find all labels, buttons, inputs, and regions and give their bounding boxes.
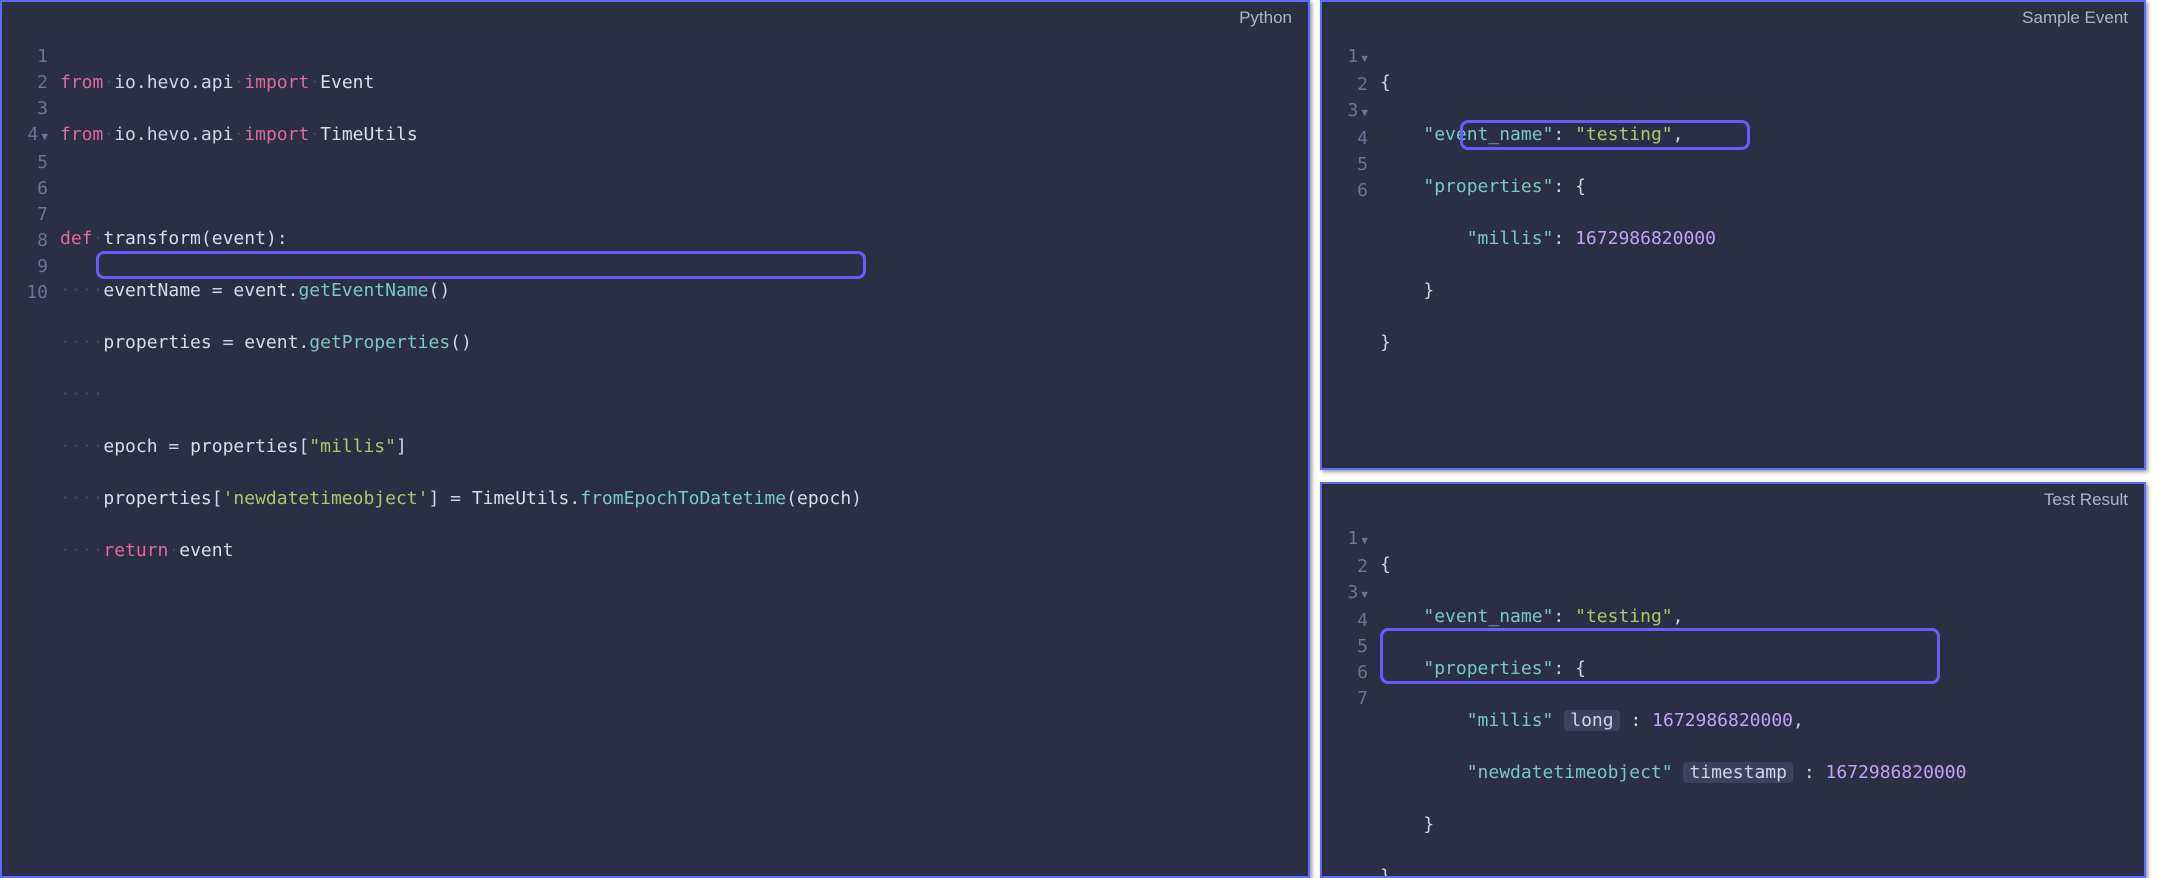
line-number: 3▼ <box>1322 580 1368 608</box>
line-number: 9 <box>2 254 48 280</box>
line-number: 4 <box>1322 608 1368 634</box>
sample-event-code-area[interactable]: 1▼ 2 3▼ 4 5 6 { "event_name": "testing",… <box>1322 36 2144 468</box>
result-gutter: 1▼ 2 3▼ 4 5 6 7 <box>1322 526 1380 876</box>
fold-icon[interactable]: ▼ <box>1361 52 1368 65</box>
line-number: 5 <box>2 150 48 176</box>
line-number: 1▼ <box>1322 526 1368 554</box>
line-number: 2 <box>1322 72 1368 98</box>
sample-event-title: Sample Event <box>1322 2 2144 36</box>
line-number: 5 <box>1322 152 1368 178</box>
right-column: Sample Event 1▼ 2 3▼ 4 5 6 { "event_name… <box>1320 0 2146 878</box>
line-number: 6 <box>1322 660 1368 686</box>
python-code-area[interactable]: 1 2 3 4▼ 5 6 7 8 9 10 from·io.hevo.api·i… <box>2 36 1308 876</box>
line-number: 7 <box>1322 686 1368 712</box>
sample-gutter: 1▼ 2 3▼ 4 5 6 <box>1322 44 1380 468</box>
line-number: 6 <box>1322 178 1368 204</box>
line-number: 4▼ <box>2 122 48 150</box>
line-number: 3 <box>2 96 48 122</box>
fold-icon[interactable]: ▼ <box>1361 588 1368 601</box>
line-number: 7 <box>2 202 48 228</box>
type-badge-timestamp: timestamp <box>1683 762 1793 783</box>
line-number: 1▼ <box>1322 44 1368 72</box>
fold-icon[interactable]: ▼ <box>1361 534 1368 547</box>
line-number: 3▼ <box>1322 98 1368 126</box>
python-editor-pane: Python 1 2 3 4▼ 5 6 7 8 9 10 from·io.hev… <box>0 0 1310 878</box>
sample-event-pane: Sample Event 1▼ 2 3▼ 4 5 6 { "event_name… <box>1320 0 2146 470</box>
python-highlight-box <box>96 251 866 279</box>
python-pane-title: Python <box>2 2 1308 36</box>
sample-code[interactable]: { "event_name": "testing", "properties":… <box>1380 44 2144 468</box>
line-number: 5 <box>1322 634 1368 660</box>
type-badge-long: long <box>1564 710 1619 731</box>
fold-icon[interactable]: ▼ <box>1361 106 1368 119</box>
python-code[interactable]: from·io.hevo.api·import·Event from·io.he… <box>60 44 1308 876</box>
line-number: 8 <box>2 228 48 254</box>
line-number: 2 <box>1322 554 1368 580</box>
python-gutter: 1 2 3 4▼ 5 6 7 8 9 10 <box>2 44 60 876</box>
test-result-pane: Test Result 1▼ 2 3▼ 4 5 6 7 { "event_nam… <box>1320 482 2146 878</box>
test-result-title: Test Result <box>1322 484 2144 518</box>
result-code[interactable]: { "event_name": "testing", "properties":… <box>1380 526 2144 876</box>
line-number: 10 <box>2 280 48 306</box>
line-number: 2 <box>2 70 48 96</box>
line-number: 1 <box>2 44 48 70</box>
test-result-code-area[interactable]: 1▼ 2 3▼ 4 5 6 7 { "event_name": "testing… <box>1322 518 2144 876</box>
line-number: 4 <box>1322 126 1368 152</box>
line-number: 6 <box>2 176 48 202</box>
fold-icon[interactable]: ▼ <box>41 130 48 143</box>
